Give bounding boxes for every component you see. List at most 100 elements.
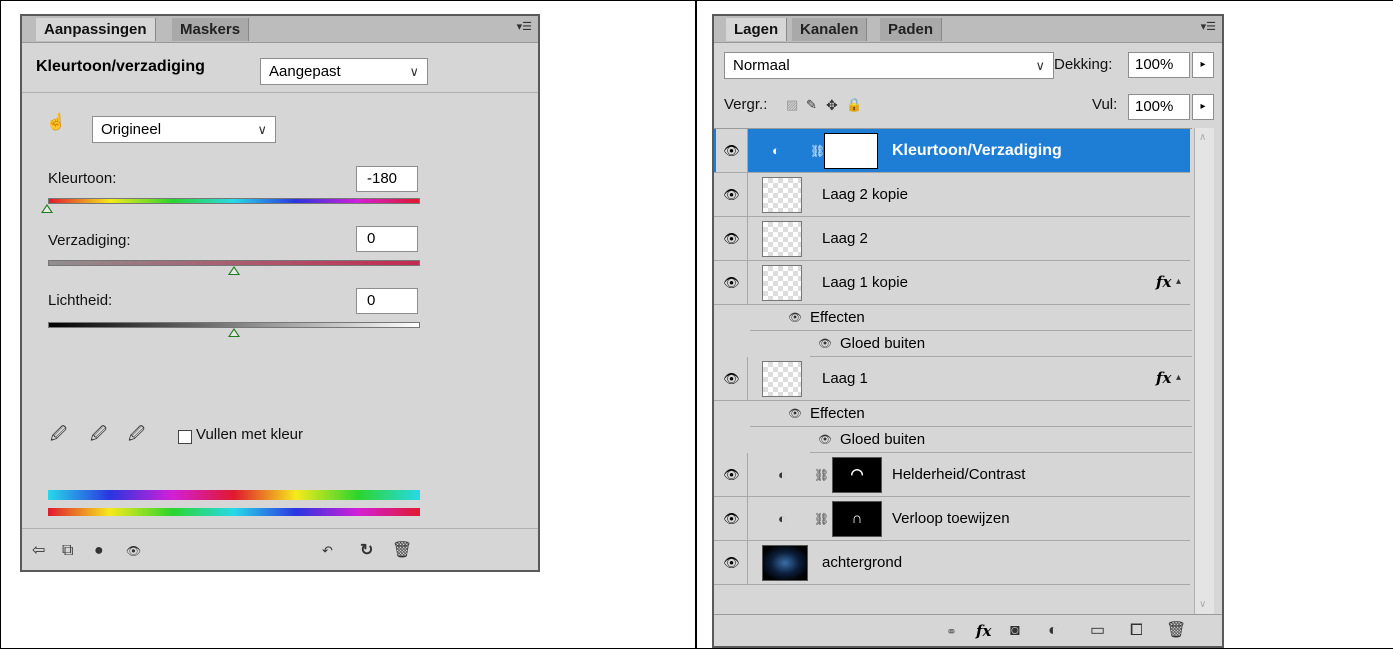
- fill-arrow-button[interactable]: ▸: [1192, 94, 1214, 120]
- layer-thumbnail: [762, 221, 802, 257]
- panel-menu-icon[interactable]: ▾☰: [1201, 20, 1216, 33]
- scroll-up-icon[interactable]: ∧: [1199, 132, 1206, 143]
- lock-position-icon[interactable]: ✥: [826, 96, 838, 114]
- layer-row[interactable]: 👁 ◐ ⛓ ◠ Helderheid/Contrast: [714, 453, 1190, 497]
- visibility-eye-icon[interactable]: 👁: [716, 129, 748, 172]
- layer-mask-thumbnail[interactable]: ∩: [832, 501, 882, 537]
- eyedropper-icon[interactable]: 🖉: [50, 426, 67, 444]
- layer-name: Verloop toewijzen: [892, 510, 1010, 527]
- opacity-label: Dekking:: [1054, 56, 1113, 73]
- add-mask-icon[interactable]: ◙: [1010, 622, 1020, 640]
- lock-transparent-icon[interactable]: ▨: [786, 96, 798, 114]
- visibility-eye-icon[interactable]: 👁: [788, 405, 802, 423]
- hue-input[interactable]: -180: [356, 166, 418, 192]
- layer-row[interactable]: 👁 Laag 2 kopie: [714, 173, 1190, 217]
- range-select[interactable]: Origineel ∨: [92, 116, 276, 143]
- tab-lagen[interactable]: Lagen: [726, 18, 788, 41]
- visibility-eye-icon[interactable]: 👁: [126, 542, 141, 560]
- panel-menu-icon[interactable]: ▾☰: [517, 20, 532, 33]
- layer-row[interactable]: 👁 ◐ ⛓ ∩ Verloop toewijzen: [714, 497, 1190, 541]
- layer-mask-thumbnail[interactable]: [824, 133, 878, 169]
- link-chain-icon[interactable]: ⛓: [814, 466, 829, 484]
- layer-row[interactable]: 👁 Laag 2: [714, 217, 1190, 261]
- link-chain-icon[interactable]: ⛓: [814, 510, 829, 528]
- layers-scrollbar[interactable]: ∧ ∨: [1194, 128, 1214, 614]
- saturation-label: Verzadiging:: [48, 232, 131, 249]
- layer-row[interactable]: 👁 Laag 1 fx ▴: [714, 357, 1190, 401]
- layer-row[interactable]: 👁 achtergrond: [714, 541, 1190, 585]
- divider: [22, 528, 538, 529]
- tab-aanpassingen[interactable]: Aanpassingen: [36, 18, 156, 41]
- visibility-eye-icon[interactable]: 👁: [818, 335, 832, 353]
- visibility-eye-icon[interactable]: 👁: [716, 497, 748, 540]
- layer-name: Laag 2: [822, 230, 868, 247]
- effects-label: Effecten: [810, 405, 865, 422]
- lightness-input[interactable]: 0: [356, 288, 418, 314]
- effect-row[interactable]: 👁 Gloed buiten: [810, 331, 1192, 357]
- chevron-down-icon: ∨: [257, 122, 267, 137]
- layer-name: Laag 2 kopie: [822, 186, 908, 203]
- visibility-eye-icon[interactable]: 👁: [788, 309, 802, 327]
- link-chain-icon[interactable]: ⛓: [810, 142, 825, 160]
- fx-icon[interactable]: fx: [1156, 273, 1171, 291]
- adjustment-icon: ◐: [778, 467, 786, 482]
- new-layer-icon[interactable]: ⧠: [1130, 622, 1143, 640]
- hue-label: Kleurtoon:: [48, 170, 117, 187]
- lightness-slider-thumb[interactable]: [228, 328, 240, 337]
- visibility-eye-icon[interactable]: 👁: [716, 357, 748, 400]
- adjustment-title: Kleurtoon/verzadiging: [36, 58, 205, 75]
- layer-thumbnail: [762, 265, 802, 301]
- reset-icon[interactable]: ↻: [360, 542, 373, 560]
- trash-icon[interactable]: 🗑: [392, 542, 412, 560]
- hue-slider[interactable]: [48, 198, 420, 204]
- tab-paden[interactable]: Paden: [880, 18, 943, 41]
- visibility-eye-icon[interactable]: 👁: [716, 541, 748, 584]
- collapse-arrow-icon[interactable]: ▴: [1176, 369, 1181, 387]
- previous-state-icon[interactable]: ●: [94, 542, 104, 560]
- visibility-eye-icon[interactable]: 👁: [716, 261, 748, 304]
- visibility-eye-icon[interactable]: 👁: [716, 217, 748, 260]
- saturation-input[interactable]: 0: [356, 226, 418, 252]
- back-arrow-icon[interactable]: ⇦: [32, 542, 45, 560]
- view-previous-icon[interactable]: ↶: [322, 542, 333, 560]
- range-value: Origineel: [101, 121, 162, 138]
- lock-image-icon[interactable]: ✎: [806, 96, 817, 114]
- fill-input[interactable]: 100%: [1128, 94, 1190, 120]
- collapse-arrow-icon[interactable]: ▴: [1176, 273, 1181, 291]
- tab-kanalen[interactable]: Kanalen: [792, 18, 868, 41]
- lock-all-icon[interactable]: 🔒: [846, 96, 862, 114]
- layer-row[interactable]: 👁 ◐ ⛓ Kleurtoon/Verzadiging: [714, 129, 1190, 173]
- tab-maskers[interactable]: Maskers: [172, 18, 250, 41]
- fill-label: Vul:: [1092, 96, 1118, 113]
- visibility-eye-icon[interactable]: 👁: [716, 173, 748, 216]
- fx-icon[interactable]: fx: [1156, 369, 1171, 387]
- effects-row[interactable]: 👁 Effecten: [750, 305, 1192, 331]
- adjustment-icon: ◐: [772, 143, 780, 158]
- eyedropper-minus-icon[interactable]: 🖉: [128, 426, 145, 444]
- visibility-eye-icon[interactable]: 👁: [716, 453, 748, 496]
- layer-name: Laag 1 kopie: [822, 274, 908, 291]
- saturation-slider-thumb[interactable]: [228, 266, 240, 275]
- visibility-eye-icon[interactable]: 👁: [818, 431, 832, 449]
- layer-mask-thumbnail[interactable]: ◠: [832, 457, 882, 493]
- colorize-checkbox[interactable]: [178, 430, 192, 444]
- link-layers-icon[interactable]: ⚭: [946, 623, 957, 641]
- scroll-down-icon[interactable]: ∨: [1199, 599, 1206, 610]
- new-group-icon[interactable]: ▭: [1090, 622, 1105, 640]
- layer-row[interactable]: 👁 Laag 1 kopie fx ▴: [714, 261, 1190, 305]
- preset-select[interactable]: Aangepast ∨: [260, 58, 428, 85]
- effects-row[interactable]: 👁 Effecten: [750, 401, 1192, 427]
- hue-slider-thumb[interactable]: [41, 204, 53, 213]
- opacity-input[interactable]: 100%: [1128, 52, 1190, 78]
- layers-toolbar: ⚭ fx ◙ ◐ ▭ ⧠ 🗑: [714, 614, 1222, 647]
- blend-mode-select[interactable]: Normaal ∨: [724, 52, 1054, 79]
- opacity-arrow-button[interactable]: ▸: [1192, 52, 1214, 78]
- clip-to-layer-icon[interactable]: ⧉: [62, 542, 73, 560]
- targeted-adjustment-hand-icon[interactable]: ☝: [46, 114, 66, 132]
- trash-icon[interactable]: 🗑: [1166, 622, 1186, 640]
- new-adjustment-icon[interactable]: ◐: [1048, 622, 1058, 640]
- effect-row[interactable]: 👁 Gloed buiten: [810, 427, 1192, 453]
- eyedropper-plus-icon[interactable]: 🖉: [90, 426, 107, 444]
- chevron-down-icon: ∨: [409, 64, 419, 79]
- add-style-fx-icon[interactable]: fx: [976, 622, 991, 640]
